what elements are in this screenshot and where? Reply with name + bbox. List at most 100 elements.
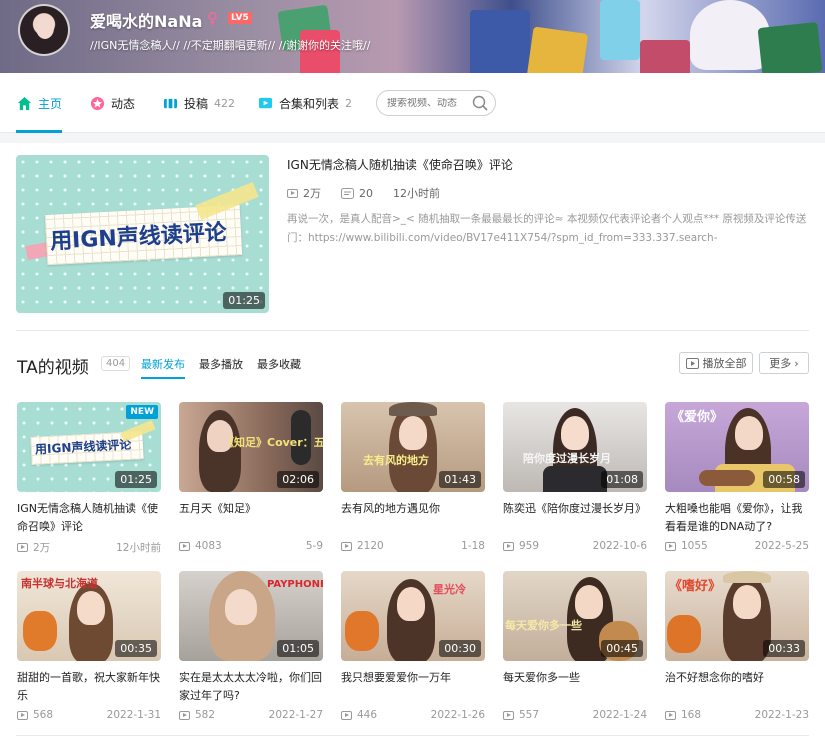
video-card[interactable]: 《爱你》 00:58 大粗嗓也能唱《爱你》，让我看看是谁的DNA动了? 1055… bbox=[665, 402, 809, 552]
video-duration: 00:30 bbox=[439, 640, 481, 657]
uploads-icon bbox=[163, 96, 178, 111]
video-thumbnail[interactable]: 《嗜好》 00:33 bbox=[665, 571, 809, 661]
video-card[interactable]: 用IGN声线读评论 NEW 01:25 IGN无情念稿人随机抽读《使命召唤》评论… bbox=[17, 402, 161, 555]
video-card[interactable]: 每天爱你多一些 00:45 每天爱你多一些 557 2022-1-24 bbox=[503, 571, 647, 721]
tab-dynamic-label: 动态 bbox=[111, 96, 136, 111]
featured-plays: 2万 bbox=[287, 185, 321, 201]
tab-collections[interactable]: 合集和列表 2 bbox=[258, 93, 352, 113]
video-title[interactable]: 大粗嗓也能唱《爱你》，让我看看是谁的DNA动了? bbox=[665, 500, 809, 536]
video-plays: 582 bbox=[195, 709, 216, 721]
video-date: 2022-10-6 bbox=[592, 540, 647, 552]
video-title[interactable]: 甜甜的一首歌，祝大家新年快乐 bbox=[17, 669, 161, 705]
video-card[interactable]: 陪你度过漫长岁月 01:08 陈奕迅《陪你度过漫长岁月》 959 2022-10-… bbox=[503, 402, 647, 552]
divider bbox=[16, 330, 809, 331]
search-icon[interactable] bbox=[472, 95, 488, 114]
search-input[interactable] bbox=[387, 97, 467, 109]
video-thumb-caption: 《爱你》 bbox=[671, 410, 724, 425]
video-plays: 446 bbox=[357, 709, 378, 721]
video-duration: 02:06 bbox=[277, 471, 319, 488]
play-count-icon bbox=[341, 541, 352, 551]
video-duration: 01:25 bbox=[115, 471, 157, 488]
video-thumbnail[interactable]: 陪你度过漫长岁月 01:08 bbox=[503, 402, 647, 492]
video-title[interactable]: 实在是太太太太冷啦，你们回家过年了吗? bbox=[179, 669, 323, 705]
video-date: 2022-1-26 bbox=[430, 709, 485, 721]
section-divider bbox=[0, 133, 825, 143]
video-plays: 168 bbox=[681, 709, 702, 721]
video-thumbnail[interactable]: 去有风的地方 01:43 bbox=[341, 402, 485, 492]
video-card[interactable]: 《嗜好》 00:33 治不好想念你的嗜好 168 2022-1-23 bbox=[665, 571, 809, 721]
play-count-icon bbox=[341, 710, 352, 720]
video-thumbnail[interactable]: PAYPHONE 01:05 bbox=[179, 571, 323, 661]
video-date: 2022-1-24 bbox=[592, 709, 647, 721]
video-card[interactable]: 南半球与北海道 00:35 甜甜的一首歌，祝大家新年快乐 568 2022-1-3… bbox=[17, 571, 161, 721]
avatar[interactable] bbox=[18, 4, 70, 56]
video-date: 5-9 bbox=[305, 540, 323, 552]
video-date: 1-18 bbox=[461, 540, 485, 552]
divider bbox=[16, 735, 809, 736]
video-thumb-caption: 去有风的地方 bbox=[363, 454, 429, 467]
video-plays: 959 bbox=[519, 540, 540, 552]
more-button[interactable]: 更多 › bbox=[759, 352, 809, 374]
video-title[interactable]: 去有风的地方遇见你 bbox=[341, 500, 485, 536]
tab-dynamic[interactable]: 动态 bbox=[90, 93, 135, 113]
danmaku-icon bbox=[341, 187, 354, 199]
video-card[interactable]: 《知足》Cover：五月天 02:06 五月天《知足》 4083 5-9 bbox=[179, 402, 323, 552]
featured-title[interactable]: IGN无情念稿人随机抽读《使命召唤》评论 bbox=[287, 156, 513, 173]
tab-uploads[interactable]: 投稿 422 bbox=[163, 93, 235, 113]
level-badge: LV5 bbox=[228, 12, 252, 24]
featured-description: 再说一次，是真人配音>_< 随机抽取一条最最最长的评论≈ 本视频仅代表评论者个人… bbox=[287, 213, 807, 244]
video-title[interactable]: 治不好想念你的嗜好 bbox=[665, 669, 809, 705]
video-thumbnail[interactable]: 星光冷 00:30 bbox=[341, 571, 485, 661]
play-count-icon bbox=[17, 710, 28, 720]
video-duration: 00:35 bbox=[115, 640, 157, 657]
video-thumbnail[interactable]: 用IGN声线读评论 NEW 01:25 bbox=[17, 402, 161, 492]
tab-latest[interactable]: 最新发布 bbox=[141, 356, 185, 379]
tab-collections-count: 2 bbox=[345, 96, 353, 110]
play-count-icon bbox=[503, 710, 514, 720]
video-thumbnail[interactable]: 南半球与北海道 00:35 bbox=[17, 571, 161, 661]
video-duration: 00:45 bbox=[601, 640, 643, 657]
video-title[interactable]: 陈奕迅《陪你度过漫长岁月》 bbox=[503, 500, 647, 536]
video-duration: 01:43 bbox=[439, 471, 481, 488]
video-duration: 01:05 bbox=[277, 640, 319, 657]
tab-most-played[interactable]: 最多播放 bbox=[199, 356, 243, 379]
video-thumbnail[interactable]: 每天爱你多一些 00:45 bbox=[503, 571, 647, 661]
videos-section-title: TA的视频 bbox=[17, 358, 89, 378]
tab-most-favorited[interactable]: 最多收藏 bbox=[257, 356, 301, 379]
video-card[interactable]: 去有风的地方 01:43 去有风的地方遇见你 2120 1-18 bbox=[341, 402, 485, 552]
profile-banner: 爱喝水的NaNa ♀ LV5 //IGN无情念稿人// //不定期翻唱更新// … bbox=[0, 0, 825, 73]
search-box[interactable] bbox=[376, 90, 496, 116]
video-duration: 00:58 bbox=[763, 471, 805, 488]
videos-count: 404 bbox=[101, 356, 131, 371]
tab-home[interactable]: 主页 bbox=[17, 93, 62, 113]
video-plays: 2万 bbox=[33, 542, 51, 554]
video-card[interactable]: 星光冷 00:30 我只想要爱爱你一万年 446 2022-1-26 bbox=[341, 571, 485, 721]
featured-time: 12小时前 bbox=[393, 187, 440, 200]
video-date: 2022-5-25 bbox=[754, 540, 809, 552]
video-thumbnail[interactable]: 《知足》Cover：五月天 02:06 bbox=[179, 402, 323, 492]
play-count-icon bbox=[665, 541, 676, 551]
video-thumb-caption: 南半球与北海道 bbox=[21, 577, 98, 590]
female-icon: ♀ bbox=[207, 9, 218, 27]
profile-nav: 主页 动态 投稿 422 合集和列表 2 bbox=[0, 73, 825, 133]
video-title[interactable]: 我只想要爱爱你一万年 bbox=[341, 669, 485, 705]
video-thumb-caption: 陪你度过漫长岁月 bbox=[523, 452, 611, 465]
video-duration: 01:08 bbox=[601, 471, 643, 488]
video-thumbnail[interactable]: 《爱你》 00:58 bbox=[665, 402, 809, 492]
video-title[interactable]: IGN无情念稿人随机抽读《使命召唤》评论 bbox=[17, 500, 161, 536]
play-all-button[interactable]: 播放全部 bbox=[679, 352, 753, 374]
video-card[interactable]: PAYPHONE 01:05 实在是太太太太冷啦，你们回家过年了吗? 582 20… bbox=[179, 571, 323, 721]
video-date: 2022-1-23 bbox=[754, 709, 809, 721]
video-title[interactable]: 每天爱你多一些 bbox=[503, 669, 647, 705]
video-plays: 1055 bbox=[681, 540, 708, 552]
play-count-icon bbox=[17, 543, 28, 552]
dynamic-icon bbox=[90, 96, 105, 111]
video-title[interactable]: 五月天《知足》 bbox=[179, 500, 323, 536]
username[interactable]: 爱喝水的NaNa bbox=[90, 8, 202, 32]
video-thumb-caption: PAYPHONE bbox=[267, 579, 323, 590]
play-count-icon bbox=[179, 541, 190, 551]
play-count-icon bbox=[665, 710, 676, 720]
tab-collections-label: 合集和列表 bbox=[279, 96, 340, 111]
featured-thumbnail[interactable]: 用IGN声线读评论 01:25 bbox=[16, 155, 269, 313]
play-icon bbox=[685, 357, 699, 369]
